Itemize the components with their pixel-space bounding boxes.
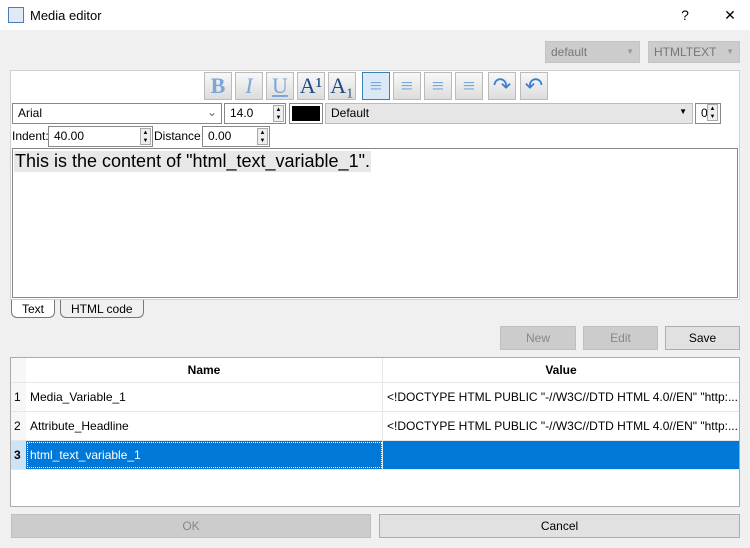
bold-button[interactable]: B — [204, 72, 232, 100]
value-cell[interactable]: <!DOCTYPE HTML PUBLIC "-//W3C//DTD HTML … — [383, 412, 739, 440]
style-combo-value: default — [551, 45, 588, 59]
font-family-value: Arial — [18, 106, 43, 120]
app-icon — [8, 7, 24, 23]
redo-button[interactable]: ↷ — [488, 72, 516, 100]
row-number: 3 — [11, 441, 26, 469]
type-combo-value: HTMLTEXT — [654, 45, 717, 59]
indent-value: 40.00 — [54, 129, 85, 143]
spin-arrows-icon[interactable]: ▲ ▼ — [273, 105, 284, 122]
editor-content[interactable]: This is the content of "html_text_variab… — [14, 151, 371, 172]
edit-button[interactable]: Edit — [583, 326, 658, 350]
align-justify-button[interactable]: ≡ — [424, 72, 452, 100]
tab-html-code[interactable]: HTML code — [60, 300, 144, 318]
new-button[interactable]: New — [500, 326, 576, 350]
ok-button[interactable]: OK — [11, 514, 371, 538]
font-color-button[interactable] — [289, 103, 323, 124]
row-number: 1 — [11, 383, 26, 411]
chevron-down-icon: ▼ — [679, 107, 687, 116]
indent-spinner[interactable]: 40.00 ▲ ▼ — [48, 126, 153, 147]
type-combo[interactable]: HTMLTEXT ▼ — [648, 41, 740, 63]
superscript-button[interactable]: A¹ — [297, 72, 325, 100]
window-title: Media editor — [30, 8, 102, 23]
name-cell[interactable]: Media_Variable_1 — [26, 383, 383, 411]
spin-arrows-icon[interactable]: ▲ ▼ — [257, 128, 268, 145]
chevron-down-icon: ▼ — [626, 47, 634, 56]
paragraph-style-value: Default — [331, 106, 370, 120]
style-combo[interactable]: default ▼ — [545, 41, 640, 63]
subscript-button[interactable]: A₁ — [328, 72, 356, 100]
table-header: Name Value — [11, 358, 739, 383]
chevron-down-icon: ▼ — [726, 47, 734, 56]
chevron-down-icon: ⌄ — [206, 105, 217, 119]
font-family-select[interactable]: Arial ⌄ — [12, 103, 222, 124]
cancel-button[interactable]: Cancel — [379, 514, 740, 538]
font-size-value: 14.0 — [230, 106, 254, 120]
column-header-value[interactable]: Value — [383, 358, 739, 382]
distance-value: 0.00 — [208, 129, 232, 143]
paragraph-style-select[interactable]: Default ▼ — [325, 103, 693, 124]
title-bar: Media editor ? ✕ — [0, 0, 750, 30]
corner-cell — [11, 358, 26, 382]
value-cell[interactable] — [383, 441, 739, 469]
spin-arrows-icon[interactable]: ▲ ▼ — [140, 128, 151, 145]
table-row-selected[interactable]: 3 html_text_variable_1 — [11, 441, 739, 470]
rich-text-editor[interactable]: This is the content of "html_text_variab… — [12, 148, 738, 298]
value-cell[interactable]: <!DOCTYPE HTML PUBLIC "-//W3C//DTD HTML … — [383, 383, 739, 411]
undo-button[interactable]: ↶ — [520, 72, 548, 100]
italic-button[interactable]: I — [235, 72, 263, 100]
align-right-button[interactable]: ≡ — [455, 72, 483, 100]
distance-label: Distance: — [154, 129, 205, 143]
row-number: 2 — [11, 412, 26, 440]
name-cell[interactable]: html_text_variable_1 — [26, 441, 383, 469]
save-button[interactable]: Save — [665, 326, 740, 350]
tab-text[interactable]: Text — [11, 300, 56, 318]
table-row[interactable]: 1 Media_Variable_1 <!DOCTYPE HTML PUBLIC… — [11, 383, 739, 412]
column-header-name[interactable]: Name — [26, 358, 383, 382]
indent-label: Indent: — [12, 129, 49, 143]
align-left-button[interactable]: ≡ — [362, 72, 390, 100]
font-size-spinner[interactable]: 14.0 ▲ ▼ — [224, 103, 286, 124]
underline-button[interactable]: U — [266, 72, 294, 100]
color-swatch — [292, 106, 320, 121]
distance-spinner[interactable]: 0.00 ▲ ▼ — [202, 126, 270, 147]
variables-table: Name Value 1 Media_Variable_1 <!DOCTYPE … — [10, 357, 740, 507]
spin-arrows-icon[interactable]: ▲ ▼ — [707, 104, 718, 121]
help-button[interactable]: ? — [665, 4, 705, 26]
align-center-button[interactable]: ≡ — [393, 72, 421, 100]
name-cell[interactable]: Attribute_Headline — [26, 412, 383, 440]
table-row[interactable]: 2 Attribute_Headline <!DOCTYPE HTML PUBL… — [11, 412, 739, 441]
close-button[interactable]: ✕ — [710, 4, 750, 26]
